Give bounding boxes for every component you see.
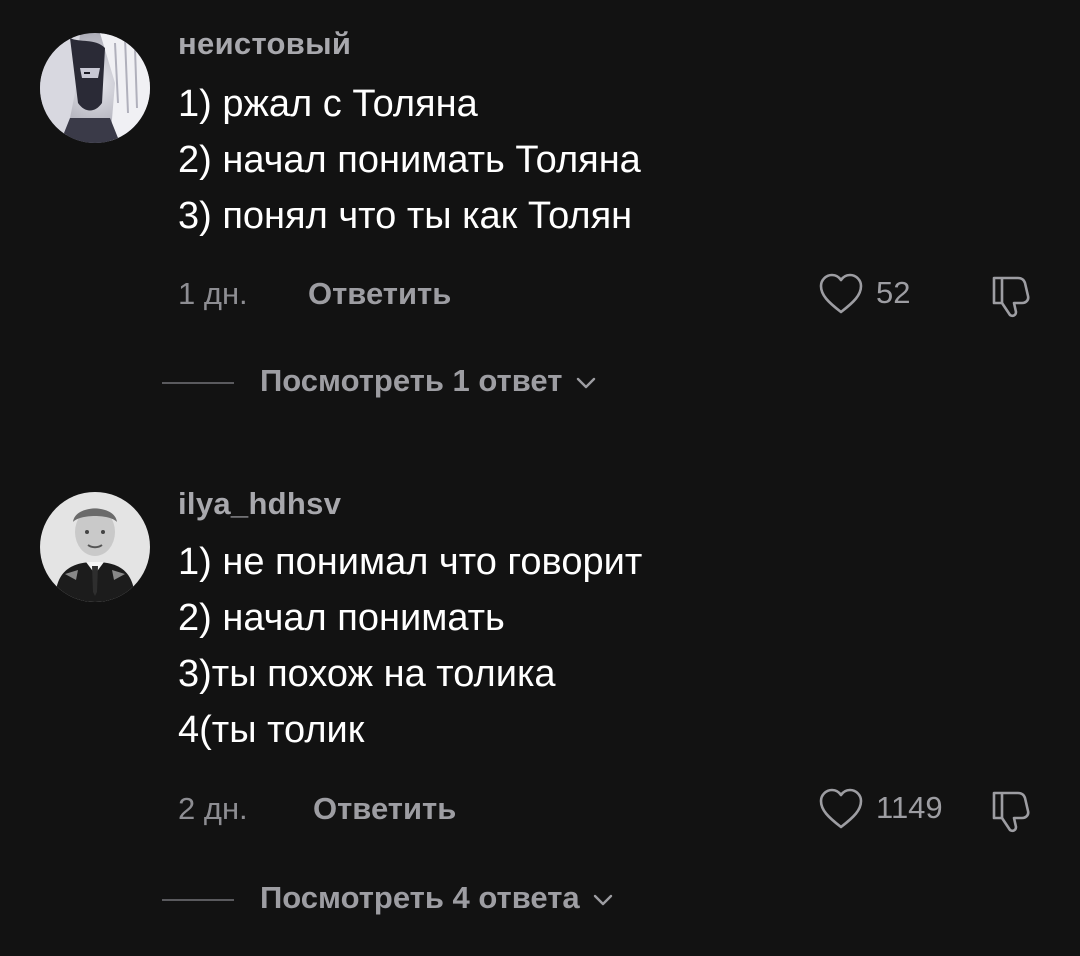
like-count: 1149 [876,790,943,825]
comment-line: 1) ржал с Толяна [178,83,478,125]
avatar[interactable] [40,33,150,143]
reply-button[interactable]: Ответить [313,791,456,827]
replies-divider [162,382,234,384]
comment-line: 3) понял что ты как Толян [178,195,633,237]
thumbs-down-icon [992,276,1030,318]
avatar[interactable] [40,492,150,602]
comment-line: 2) начал понимать Толяна [178,139,641,181]
comment-line: 1) не понимал что говорит [178,541,643,583]
replies-divider [162,899,234,901]
dislike-button[interactable] [988,785,1038,835]
avatar-anime-image [40,33,150,143]
avatar-photo-image [40,492,150,602]
comment-timestamp: 1 дн. [178,276,248,311]
chevron-down-icon [594,894,613,906]
comment-body: 1) не понимал что говорит 2) начал поним… [178,534,642,758]
dislike-button[interactable] [988,270,1038,320]
comment-line: 2) начал понимать [178,597,505,639]
comment-line: 4(ты толик [178,709,365,751]
comment-body: 1) ржал с Толяна 2) начал понимать Толян… [178,76,641,244]
heart-outline-icon [819,273,863,314]
like-count: 52 [876,275,911,310]
comment-line: 3)ты похож на толика [178,653,556,695]
chevron-down-icon [576,377,596,389]
heart-outline-icon [819,788,863,829]
comment-actions: 1 дн. Ответить 52 [178,273,1058,318]
comment-actions: 2 дн. Ответить 1149 [178,788,1058,833]
comment-username[interactable]: ilya_hdhsv [178,486,341,522]
comments-list: неистовый 1) ржал с Толяна 2) начал пони… [0,0,1080,956]
view-replies-label: Посмотреть 1 ответ [260,363,597,399]
reply-button[interactable]: Ответить [308,276,451,312]
thumbs-down-icon [992,791,1030,833]
like-button[interactable]: 52 [818,272,938,320]
view-replies-label: Посмотреть 4 ответа [260,880,614,916]
comment-timestamp: 2 дн. [178,791,248,826]
like-button[interactable]: 1149 [818,787,968,835]
view-replies-button[interactable]: Посмотреть 4 ответа [162,880,762,920]
view-replies-button[interactable]: Посмотреть 1 ответ [162,363,762,403]
comment-username[interactable]: неистовый [178,26,351,62]
